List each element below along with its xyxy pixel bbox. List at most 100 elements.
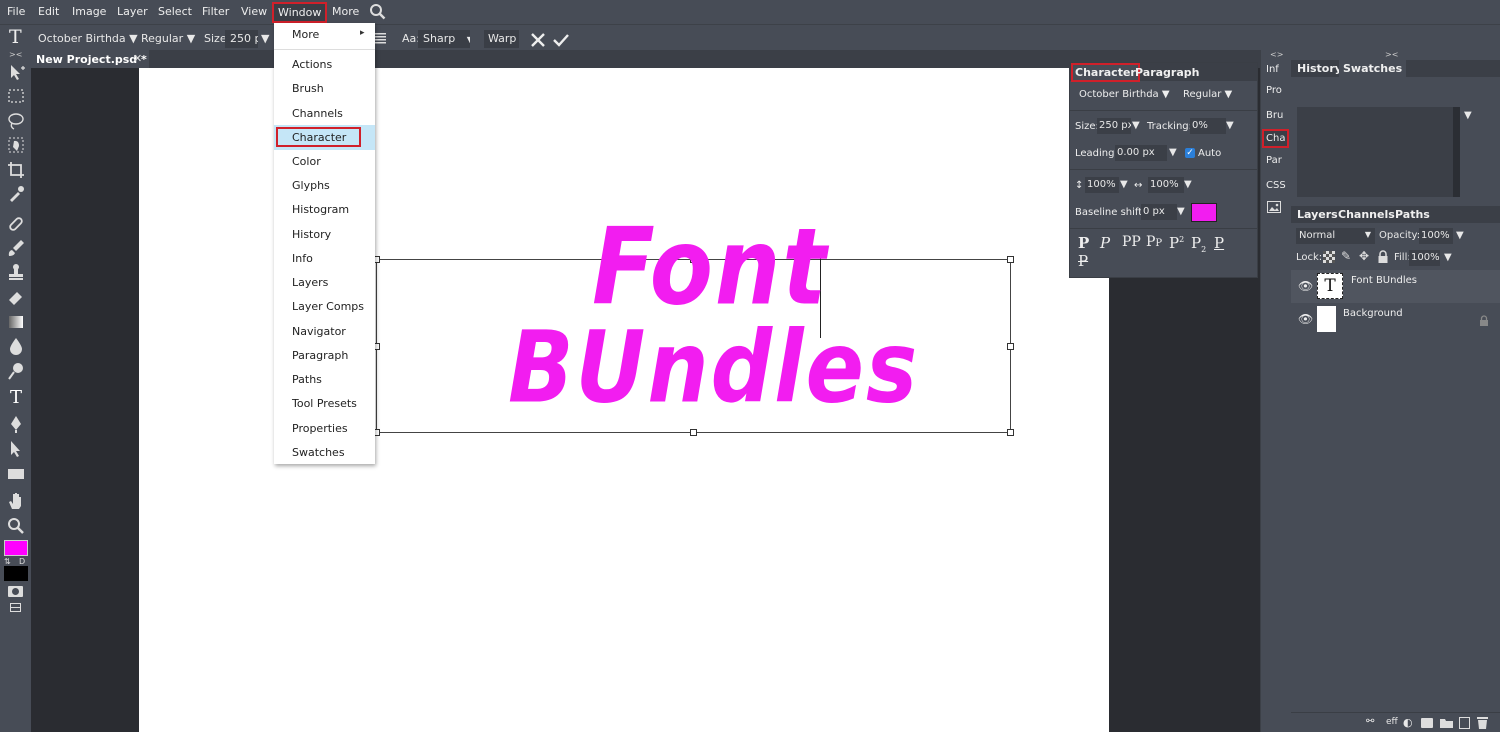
fill-dropdown-arrow[interactable]: ▼	[1444, 252, 1452, 263]
collapse-arrows[interactable]: ><	[1385, 50, 1398, 59]
font-style-dropdown[interactable]: Regular ▼	[141, 32, 195, 45]
lock-paint-icon[interactable]: ✎	[1341, 249, 1351, 263]
dodge-tool-icon[interactable]	[6, 361, 26, 381]
char-size-dropdown-arrow[interactable]: ▼	[1132, 120, 1140, 131]
window-menu-item-more[interactable]: More	[292, 28, 319, 41]
window-menu-item-character[interactable]: Character	[276, 127, 361, 147]
expand-arrows[interactable]: <>	[1270, 50, 1283, 59]
lock-all-icon[interactable]	[1377, 250, 1389, 263]
quick-mask-icon[interactable]	[8, 586, 23, 597]
tab-history[interactable]: History	[1297, 62, 1342, 75]
panel-button-info[interactable]: Inf	[1266, 64, 1279, 75]
panel-button-character[interactable]: Cha	[1262, 129, 1290, 148]
swap-colors-icon[interactable]: ⇅	[4, 557, 11, 566]
move-tool-icon[interactable]	[6, 62, 26, 82]
path-select-tool-icon[interactable]	[6, 439, 26, 459]
eyedropper-tool-icon[interactable]	[6, 184, 26, 204]
eraser-tool-icon[interactable]	[6, 287, 26, 307]
image-panel-icon[interactable]	[1267, 201, 1281, 213]
healing-tool-icon[interactable]	[6, 214, 26, 234]
warp-button[interactable]: Warp	[484, 30, 519, 48]
hscale-dropdown-arrow[interactable]: ▼	[1184, 179, 1192, 190]
menu-window[interactable]: Window	[272, 2, 328, 23]
window-menu-item-brush[interactable]: Brush	[292, 82, 324, 95]
window-menu-item-tool-presets[interactable]: Tool Presets	[292, 397, 357, 410]
size-dropdown-arrow[interactable]: ▼	[261, 32, 269, 45]
background-color-swatch[interactable]	[4, 566, 28, 581]
font-family-dropdown[interactable]: October Birthda ▼	[38, 32, 138, 45]
type-tool-icon[interactable]: T	[6, 388, 26, 408]
tab-channels[interactable]: Channels	[1338, 208, 1395, 221]
menu-view[interactable]: View	[241, 5, 267, 18]
menu-layer[interactable]: Layer	[117, 5, 148, 18]
subscript-icon[interactable]: P2	[1191, 234, 1206, 254]
char-font-style-dropdown[interactable]: Regular ▼	[1183, 89, 1232, 100]
baseline-dropdown-arrow[interactable]: ▼	[1177, 206, 1185, 217]
visibility-eye-icon[interactable]: 👁	[1298, 312, 1313, 326]
char-leading-input[interactable]: 0.00 px	[1115, 145, 1167, 161]
panel-button-paragraph[interactable]: Par	[1266, 155, 1282, 166]
window-menu-item-actions[interactable]: Actions	[292, 58, 332, 71]
char-hscale-input[interactable]: 100%	[1148, 177, 1184, 193]
opacity-input[interactable]: 100%	[1419, 228, 1453, 244]
shape-tool-icon[interactable]	[6, 464, 26, 484]
quick-select-tool-icon[interactable]	[6, 135, 26, 155]
window-menu-item-layer-comps[interactable]: Layer Comps	[292, 300, 364, 313]
size-input[interactable]: 250 px	[225, 30, 258, 48]
layer-row-background[interactable]: 👁 Background	[1291, 303, 1500, 336]
default-colors-icon[interactable]: D	[19, 557, 25, 566]
visibility-eye-icon[interactable]: 👁	[1298, 279, 1313, 293]
resize-handle[interactable]	[1007, 256, 1014, 263]
all-caps-icon[interactable]: PP	[1122, 234, 1141, 250]
window-menu-item-glyphs[interactable]: Glyphs	[292, 179, 330, 192]
menu-filter[interactable]: Filter	[202, 5, 229, 18]
window-menu-item-histogram[interactable]: Histogram	[292, 203, 349, 216]
char-size-input[interactable]: 250 px	[1097, 118, 1131, 134]
lock-transparency-icon[interactable]	[1323, 251, 1335, 263]
char-font-family-dropdown[interactable]: October Birthda ▼	[1079, 89, 1170, 100]
menu-edit[interactable]: Edit	[38, 5, 59, 18]
char-leading-dropdown-arrow[interactable]: ▼	[1169, 147, 1177, 158]
swatches-menu-arrow[interactable]: ▼	[1464, 110, 1472, 121]
char-baseline-input[interactable]: 0 px	[1141, 204, 1177, 220]
window-menu-item-swatches[interactable]: Swatches	[292, 446, 345, 459]
superscript-icon[interactable]: P2	[1169, 234, 1184, 252]
resize-handle[interactable]	[690, 429, 697, 436]
opacity-dropdown-arrow[interactable]: ▼	[1456, 230, 1464, 241]
link-layers-icon[interactable]: ⚯	[1366, 716, 1374, 727]
underline-icon[interactable]: P	[1214, 234, 1224, 252]
delete-layer-icon[interactable]	[1477, 716, 1488, 729]
foreground-color-swatch[interactable]	[4, 540, 28, 556]
char-tracking-input[interactable]: 0%	[1190, 118, 1226, 134]
window-menu-item-layers[interactable]: Layers	[292, 276, 328, 289]
resize-handle[interactable]	[1007, 429, 1014, 436]
new-group-icon[interactable]	[1440, 717, 1453, 728]
lasso-tool-icon[interactable]	[6, 111, 26, 131]
menu-more[interactable]: More	[332, 5, 359, 18]
window-menu-item-history[interactable]: History	[292, 228, 331, 241]
check-icon[interactable]	[552, 32, 570, 48]
menu-file[interactable]: File	[7, 5, 25, 18]
brush-tool-icon[interactable]	[6, 238, 26, 258]
menu-image[interactable]: Image	[72, 5, 106, 18]
menu-select[interactable]: Select	[158, 5, 192, 18]
blend-mode-dropdown[interactable]: Normal ▼	[1296, 228, 1375, 244]
hand-tool-icon[interactable]	[6, 491, 26, 511]
window-menu-item-color[interactable]: Color	[292, 155, 321, 168]
tab-paths[interactable]: Paths	[1395, 208, 1430, 221]
swatches-scrollbar[interactable]	[1453, 107, 1460, 197]
crop-tool-icon[interactable]	[6, 160, 26, 180]
stamp-tool-icon[interactable]	[6, 262, 26, 282]
panel-button-properties[interactable]: Pro	[1266, 85, 1282, 96]
window-menu-item-paths[interactable]: Paths	[292, 373, 322, 386]
panel-button-css[interactable]: CSS	[1266, 180, 1286, 191]
panel-button-brush[interactable]: Bru	[1266, 110, 1283, 121]
blur-tool-icon[interactable]	[6, 336, 26, 356]
layer-row-font-bundles[interactable]: 👁 T Font BUndles	[1291, 270, 1500, 303]
adjustment-layer-icon[interactable]: ◐	[1403, 716, 1413, 729]
char-color-swatch[interactable]	[1191, 203, 1217, 222]
window-menu-item-navigator[interactable]: Navigator	[292, 325, 346, 338]
tab-character[interactable]: Character	[1071, 63, 1140, 82]
collapse-arrows[interactable]: ><	[9, 50, 22, 59]
align-icon[interactable]	[374, 32, 386, 44]
